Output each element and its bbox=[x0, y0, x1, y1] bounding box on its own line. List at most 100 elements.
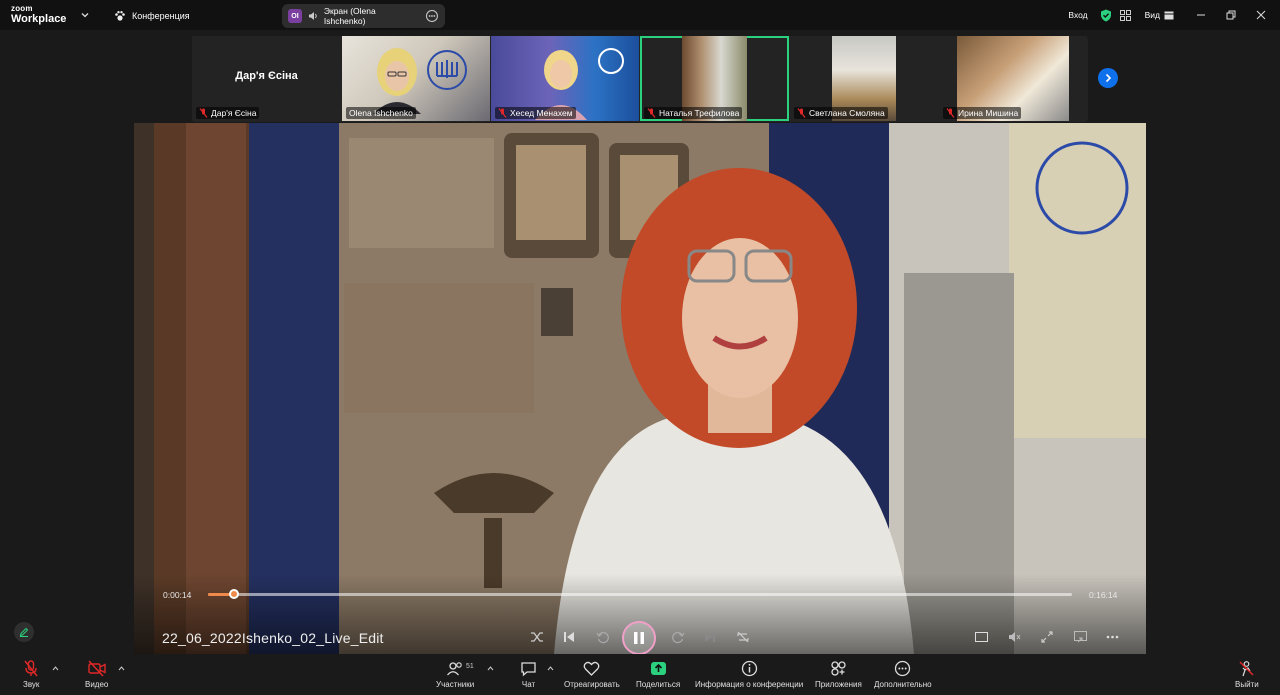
video-off-icon bbox=[87, 660, 106, 677]
view-button[interactable]: Вид bbox=[1145, 10, 1174, 20]
chat-label: Чат bbox=[521, 680, 536, 689]
apps-icon bbox=[831, 661, 846, 676]
shield-check-icon[interactable] bbox=[1100, 9, 1112, 22]
video-title: 22_06_2022Ishenko_02_Live_Edit bbox=[162, 630, 384, 646]
sharer-avatar: OI bbox=[288, 9, 302, 23]
close-button[interactable] bbox=[1246, 0, 1276, 30]
chat-caret-icon[interactable] bbox=[547, 665, 554, 672]
shared-screen-video[interactable]: 0:00:14 0:16:14 22_06_2022Ishenko_02_Liv… bbox=[134, 123, 1146, 654]
participant-name: Дар'я Єсіна bbox=[211, 108, 257, 118]
apps-label: Приложения bbox=[815, 680, 862, 689]
participant-tile[interactable]: Ирина Мишина bbox=[939, 36, 1087, 121]
miniplayer-button[interactable] bbox=[972, 628, 990, 646]
screen-share-tab[interactable]: OI Экран (Olena Ishchenko) bbox=[282, 4, 445, 28]
fast-forward-icon bbox=[671, 631, 684, 643]
participants-label: Участники bbox=[436, 680, 475, 689]
next-page-button[interactable] bbox=[1098, 68, 1118, 88]
participant-tile[interactable]: Светлана Смоляна bbox=[790, 36, 938, 121]
more-dots-icon bbox=[1106, 635, 1118, 639]
more-button[interactable]: Дополнительно bbox=[874, 660, 932, 689]
participant-name-tag: Светлана Смоляна bbox=[794, 107, 888, 119]
shuffle-button[interactable] bbox=[528, 628, 546, 646]
video-options-caret-icon[interactable] bbox=[118, 665, 125, 672]
chat-icon bbox=[521, 662, 536, 677]
participant-name: Ирина Мишина bbox=[958, 108, 1019, 118]
participant-tile[interactable]: Наталья Трефилова bbox=[640, 36, 789, 121]
apps-button[interactable]: Приложения bbox=[815, 660, 862, 689]
skip-back-icon bbox=[564, 632, 574, 642]
pause-icon bbox=[634, 632, 644, 644]
next-track-button[interactable] bbox=[701, 628, 719, 646]
cast-icon bbox=[1073, 631, 1087, 643]
shuffle-icon bbox=[531, 632, 543, 642]
participant-tile[interactable]: Olena Ishchenko bbox=[342, 36, 490, 121]
grid-icon[interactable] bbox=[1119, 9, 1131, 21]
view-label: Вид bbox=[1144, 10, 1160, 20]
video-button[interactable]: Видео bbox=[85, 660, 108, 689]
audio-label: Звук bbox=[23, 680, 40, 689]
chevron-down-icon[interactable] bbox=[80, 10, 90, 20]
current-time: 0:00:14 bbox=[163, 590, 192, 600]
leave-icon bbox=[1239, 661, 1254, 677]
minimize-icon bbox=[1197, 14, 1205, 16]
participant-tile[interactable]: Дар'я Єсіна Дар'я Єсіна bbox=[192, 36, 341, 121]
miniplayer-icon bbox=[974, 632, 988, 642]
rewind-icon bbox=[596, 631, 609, 643]
repeat-off-button[interactable] bbox=[734, 628, 752, 646]
mic-muted-icon bbox=[946, 108, 955, 118]
pause-button[interactable] bbox=[622, 621, 656, 654]
leave-button[interactable]: Выйти bbox=[1235, 660, 1259, 689]
volume-button[interactable] bbox=[1005, 628, 1023, 646]
person-silhouette bbox=[373, 48, 421, 114]
audio-button[interactable]: Звук bbox=[23, 660, 39, 689]
share-label: Поделиться bbox=[636, 680, 681, 689]
video-label: Видео bbox=[85, 680, 109, 689]
more-label: Дополнительно bbox=[874, 680, 932, 689]
meeting-menu[interactable]: Конференция bbox=[114, 8, 190, 24]
participant-name-tag: Наталья Трефилова bbox=[644, 107, 743, 119]
participant-name-tag: Ирина Мишина bbox=[943, 107, 1022, 119]
mic-muted-icon bbox=[797, 108, 806, 118]
mic-muted-icon bbox=[647, 108, 656, 118]
participant-name-tag: Olena Ishchenko bbox=[346, 107, 416, 119]
mic-muted-icon bbox=[24, 660, 38, 677]
cast-button[interactable] bbox=[1071, 628, 1089, 646]
info-icon bbox=[741, 660, 757, 677]
participant-center-name: Дар'я Єсіна bbox=[235, 70, 298, 82]
react-button[interactable]: Отреагировать bbox=[564, 660, 620, 689]
logo-line-2: Workplace bbox=[11, 13, 67, 25]
info-label: Информация о конференции bbox=[695, 680, 804, 689]
mic-muted-icon bbox=[199, 108, 208, 118]
participants-icon bbox=[447, 662, 462, 676]
previous-button[interactable] bbox=[560, 628, 578, 646]
signin-button[interactable]: Вход bbox=[1068, 10, 1087, 20]
annotate-button[interactable] bbox=[14, 622, 34, 642]
mic-muted-icon bbox=[498, 108, 507, 118]
close-icon bbox=[1256, 10, 1266, 20]
gallery-strip: Дар'я Єсіна Дар'я Єсіна Olena Ishchenko … bbox=[192, 36, 1088, 122]
heart-icon bbox=[583, 661, 600, 676]
rewind-10-button[interactable] bbox=[593, 628, 611, 646]
leave-label: Выйти bbox=[1235, 680, 1259, 689]
participants-count: 51 bbox=[466, 663, 474, 670]
pencil-icon bbox=[19, 627, 29, 637]
share-button[interactable]: Поделиться bbox=[636, 660, 680, 689]
restore-button[interactable] bbox=[1216, 0, 1246, 30]
meeting-info-button[interactable]: Информация о конференции bbox=[695, 660, 803, 689]
chat-button[interactable]: Чат bbox=[520, 660, 537, 689]
forward-30-button[interactable] bbox=[669, 628, 687, 646]
participant-name: Наталья Трефилова bbox=[659, 108, 740, 118]
player-more-button[interactable] bbox=[1103, 628, 1121, 646]
minimize-button[interactable] bbox=[1186, 0, 1216, 30]
seek-bar[interactable] bbox=[208, 589, 1072, 599]
more-options-icon[interactable] bbox=[425, 9, 439, 23]
participant-name-tag: Хесед Менахем bbox=[495, 107, 576, 119]
audio-options-caret-icon[interactable] bbox=[52, 665, 59, 672]
participant-name-tag: Дар'я Єсіна bbox=[196, 107, 260, 119]
participant-name: Светлана Смоляна bbox=[809, 108, 885, 118]
participants-caret-icon[interactable] bbox=[487, 665, 494, 672]
participant-tile[interactable]: Хесед Менахем bbox=[491, 36, 639, 121]
fullscreen-button[interactable] bbox=[1038, 628, 1056, 646]
skip-forward-icon bbox=[705, 632, 715, 642]
signin-label: Вход bbox=[1068, 10, 1088, 20]
